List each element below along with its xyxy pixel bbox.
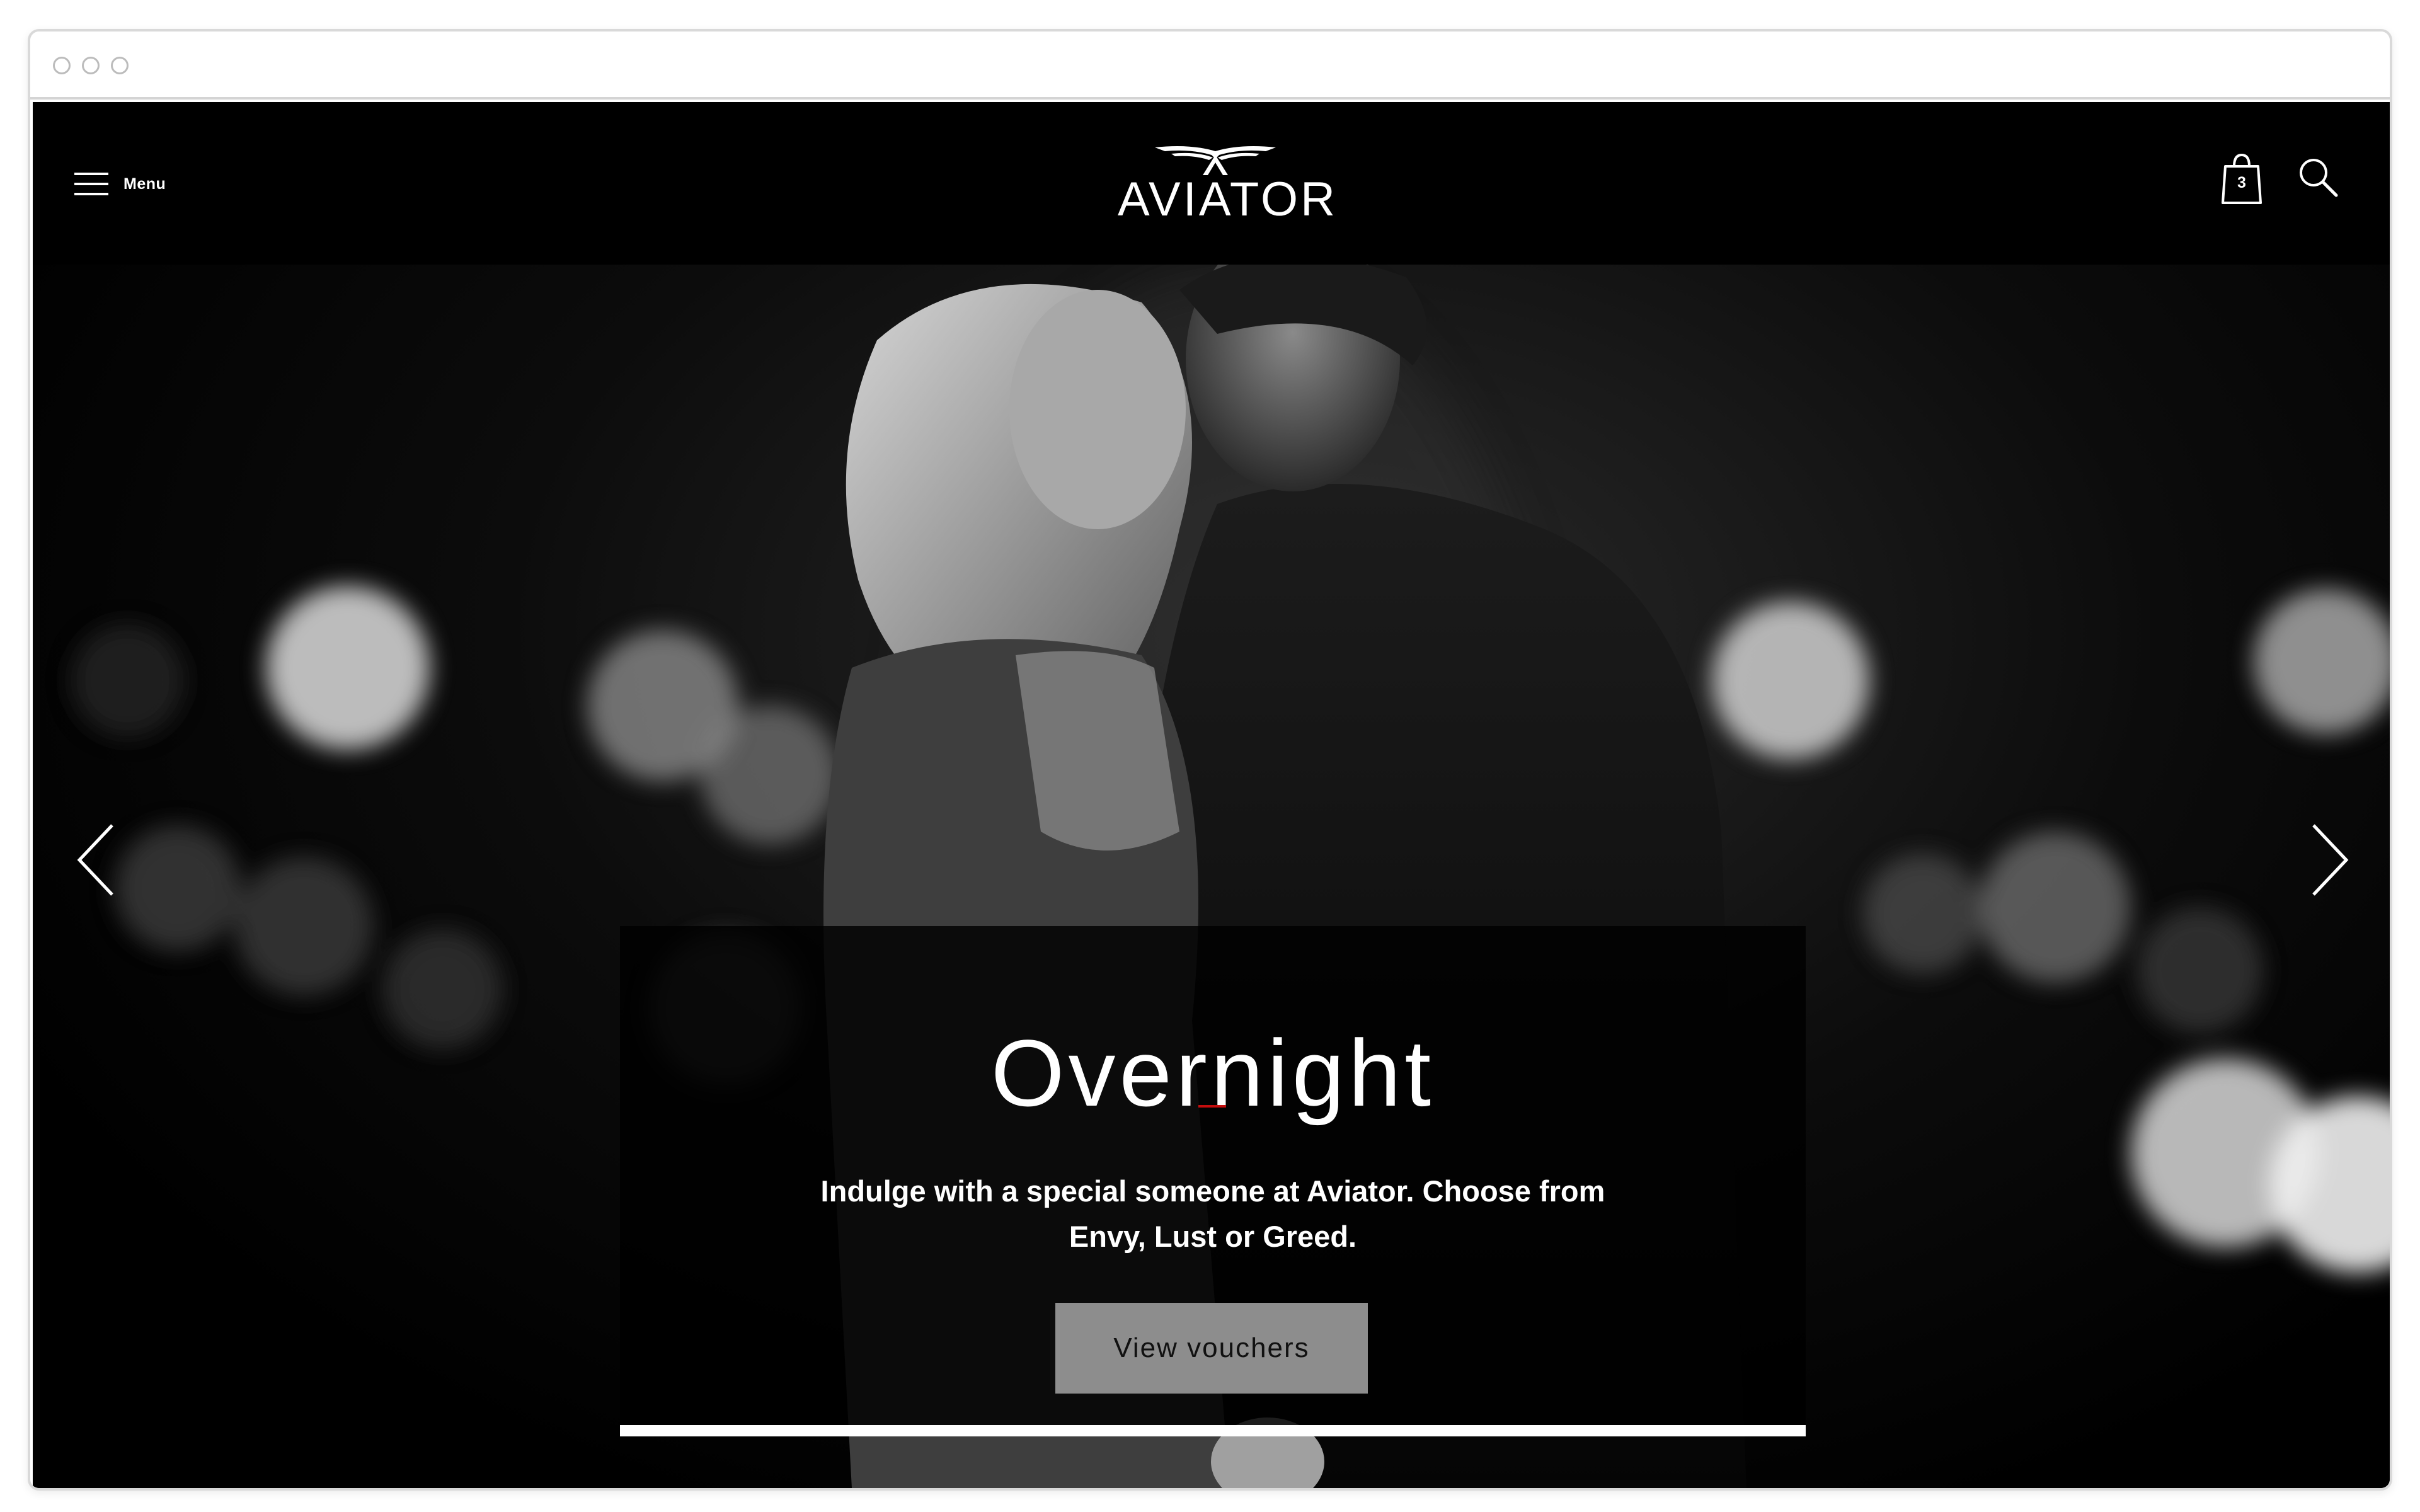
slide-description: Indulge with a special someone at Aviato…	[820, 1174, 1605, 1253]
search-icon	[2300, 159, 2338, 197]
view-vouchers-button[interactable]: View vouchers	[1055, 1303, 1368, 1394]
page-viewport: Menu AVIATOR 3 Overnight Indulge with a …	[33, 102, 2390, 1488]
slide-title: Overnight	[990, 1019, 1435, 1126]
previous-slide-button[interactable]	[71, 819, 121, 901]
window-minimize-dot[interactable]	[82, 57, 100, 74]
site-logo[interactable]: AVIATOR	[1118, 141, 1338, 226]
wings-icon	[1155, 146, 1276, 175]
browser-toolbar	[30, 32, 2390, 100]
window-close-dot[interactable]	[53, 57, 71, 74]
menu-label: Menu	[123, 175, 166, 193]
slide-caption: Overnight Indulge with a special someone…	[620, 926, 1806, 1436]
hero-slider: Overnight Indulge with a special someone…	[33, 265, 2390, 1488]
logo-text: AVIATOR	[1118, 173, 1338, 226]
hamburger-icon	[74, 173, 108, 195]
window-maximize-dot[interactable]	[111, 57, 129, 74]
menu-button[interactable]: Menu	[74, 170, 166, 198]
chevron-right-icon	[2312, 824, 2349, 896]
browser-window: Menu AVIATOR 3 Overnight Indulge with a …	[28, 29, 2392, 1491]
cart-count-badge: 3	[2237, 174, 2246, 192]
slide-progress-bar	[620, 1425, 1806, 1436]
accent-divider	[1198, 1105, 1226, 1108]
chevron-left-icon	[77, 824, 113, 896]
next-slide-button[interactable]	[2305, 819, 2355, 901]
slide-progress-fill	[620, 1425, 1806, 1436]
search-button[interactable]	[2297, 156, 2339, 198]
site-header: Menu AVIATOR 3	[33, 102, 2390, 265]
cart-button[interactable]: 3	[2220, 152, 2263, 205]
